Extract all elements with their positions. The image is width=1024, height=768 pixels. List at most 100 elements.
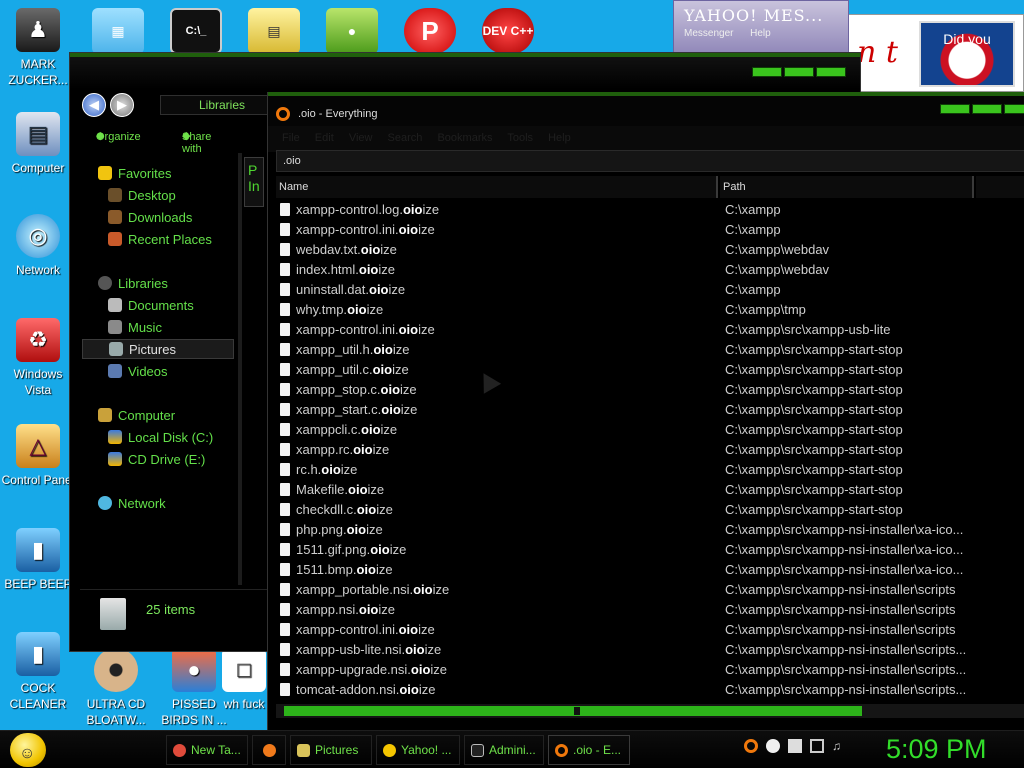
sidebar-item-favorites[interactable]: Favorites <box>98 163 250 183</box>
scrollbar-thumb[interactable] <box>284 706 862 716</box>
menu-file[interactable]: File <box>282 132 300 144</box>
volume-tray-icon[interactable]: ♫ <box>832 739 846 753</box>
result-row[interactable]: uninstall.dat.oioize C:\xampp <box>276 280 1024 300</box>
file-icon <box>280 663 290 676</box>
result-row[interactable]: Makefile.oioize C:\xampp\src\xampp-start-… <box>276 480 1024 500</box>
start-button[interactable]: ☺ <box>10 733 46 767</box>
desktop-icon-network[interactable]: ◎ Network <box>0 214 76 278</box>
close-button[interactable] <box>1004 104 1024 114</box>
result-row[interactable]: xampp_util.h.oioize C:\xampp\src\xampp-st… <box>276 340 1024 360</box>
forward-button[interactable]: ▶ <box>110 93 134 117</box>
desktop-icon-computer[interactable]: ▤ Computer <box>0 112 76 176</box>
menu-bookmarks[interactable]: Bookmarks <box>437 132 492 144</box>
result-row[interactable]: xampp_stop.c.oioize C:\xampp\src\xampp-st… <box>276 380 1024 400</box>
ad-banner[interactable]: n t Did you <box>848 14 1024 92</box>
taskbar-item-yahoo[interactable]: Yahoo! ... <box>376 735 460 765</box>
result-row[interactable]: xamppcli.c.oioize C:\xampp\src\xampp-star… <box>276 420 1024 440</box>
horizontal-scrollbar[interactable] <box>276 704 1024 718</box>
taskbar-item-firefox[interactable] <box>252 735 286 765</box>
desktop-icon-file[interactable]: □ wh fuck <box>222 648 266 712</box>
clock[interactable]: 5:09 PM <box>886 734 987 765</box>
desktop-icon-birds[interactable]: ● PISSED BIRDS IN ... <box>156 648 232 728</box>
search-input[interactable]: .oio <box>276 150 1024 172</box>
desktop-icon-mark[interactable]: ♟ MARK ZUCKER... <box>0 8 76 88</box>
column-header-extra[interactable] <box>976 176 1024 198</box>
cmd-icon[interactable]: C:\_ <box>170 8 222 54</box>
taskbar-item-admin[interactable]: Admini... <box>464 735 544 765</box>
result-name: xampp.nsi.oioize <box>296 602 395 617</box>
menu-search[interactable]: Search <box>388 132 423 144</box>
result-path: C:\xampp\src\xampp-start-stop <box>725 502 903 517</box>
result-row[interactable]: webdav.txt.oioize C:\xampp\webdav <box>276 240 1024 260</box>
result-row[interactable]: xampp_start.c.oioize C:\xampp\src\xampp-s… <box>276 400 1024 420</box>
minimize-button[interactable] <box>940 104 970 114</box>
search-tray-icon[interactable] <box>744 739 758 753</box>
maximize-button[interactable] <box>972 104 1002 114</box>
yahoo-menu-messenger[interactable]: Messenger <box>684 28 733 39</box>
desktop-icon-beep[interactable]: ▮ BEEP BEEP <box>0 528 76 592</box>
sidebar-item-libraries[interactable]: Libraries <box>98 273 250 293</box>
result-row[interactable]: xampp_portable.nsi.oioize C:\xampp\src\xa… <box>276 580 1024 600</box>
sidebar-item-pictures[interactable]: Pictures <box>82 339 234 359</box>
maximize-button[interactable] <box>784 67 814 77</box>
result-row[interactable]: xampp-control.ini.oioize C:\xampp <box>276 220 1024 240</box>
result-name: php.png.oioize <box>296 522 383 537</box>
everything-titlebar[interactable]: .oio - Everything <box>268 92 1024 126</box>
sidebar-splitter[interactable] <box>238 153 242 585</box>
video-icon <box>108 364 122 378</box>
sidebar-item-network[interactable]: Network <box>98 493 250 513</box>
taskbar-item-chrome[interactable]: New Ta... <box>166 735 248 765</box>
desktop-icon-recycle-bin[interactable]: ♻ Windows Vista <box>0 318 76 398</box>
organize-button[interactable]: Organize ◆ <box>96 129 141 143</box>
yahoo-menu-help[interactable]: Help <box>750 28 771 39</box>
result-row[interactable]: tomcat-addon.nsi.oioize C:\xampp\src\xamp… <box>276 680 1024 700</box>
everything-window[interactable]: .oio - Everything File Edit View Search … <box>267 92 1024 730</box>
minimize-button[interactable] <box>752 67 782 77</box>
column-header-name[interactable]: Name <box>276 176 718 198</box>
menu-edit[interactable]: Edit <box>315 132 334 144</box>
dev-cpp-icon[interactable]: DEV C++ <box>482 8 534 54</box>
everything-search-icon <box>276 107 290 121</box>
share-with-button[interactable]: Share with ◆ <box>182 129 211 155</box>
result-row[interactable]: checkdll.c.oioize C:\xampp\src\xampp-star… <box>276 500 1024 520</box>
result-row[interactable]: why.tmp.oioize C:\xampp\tmp <box>276 300 1024 320</box>
close-button[interactable] <box>816 67 846 77</box>
desktop-icon-cleaner[interactable]: ▮ COCK CLEANER <box>0 632 76 712</box>
menu-tools[interactable]: Tools <box>507 132 533 144</box>
result-row[interactable]: xampp.rc.oioize C:\xampp\src\xampp-start-… <box>276 440 1024 460</box>
network-tray-icon[interactable] <box>810 739 824 753</box>
result-row[interactable]: 1511.bmp.oioize C:\xampp\src\xampp-nsi-in… <box>276 560 1024 580</box>
result-row[interactable]: rc.h.oioize C:\xampp\src\xampp-start-stop <box>276 460 1024 480</box>
birds-icon[interactable]: ● <box>326 8 378 54</box>
sidebar-item-computer[interactable]: Computer <box>98 405 250 425</box>
minus-tray-icon[interactable] <box>766 739 780 753</box>
folder-icon[interactable]: ▤ <box>248 8 300 54</box>
result-row[interactable]: xampp-control.ini.oioize C:\xampp\src\xam… <box>276 620 1024 640</box>
result-row[interactable]: xampp-control.log.oioize C:\xampp <box>276 200 1024 220</box>
desktop-icon-control-panel[interactable]: △ Control Panel <box>0 424 76 488</box>
column-header-path[interactable]: Path <box>720 176 974 198</box>
menu-help[interactable]: Help <box>548 132 571 144</box>
result-row[interactable]: xampp-usb-lite.nsi.oioize C:\xampp\src\xa… <box>276 640 1024 660</box>
result-row[interactable]: xampp-control.ini.oioize C:\xampp\src\xam… <box>276 320 1024 340</box>
menu-view[interactable]: View <box>349 132 373 144</box>
result-row[interactable]: 1511.gif.png.oioize C:\xampp\src\xampp-ns… <box>276 540 1024 560</box>
address-bar[interactable]: Libraries <box>160 95 270 115</box>
name-highlight: oio <box>373 342 393 357</box>
result-row[interactable]: xampp.nsi.oioize C:\xampp\src\xampp-nsi-i… <box>276 600 1024 620</box>
flag-tray-icon[interactable] <box>788 739 802 753</box>
back-button[interactable]: ◀ <box>82 93 106 117</box>
result-name: webdav.txt.oioize <box>296 242 397 257</box>
result-row[interactable]: index.html.oioize C:\xampp\webdav <box>276 260 1024 280</box>
desktop-icon-ultra-cd[interactable]: ULTRA CD BLOATW... <box>78 648 154 728</box>
dev-label-icon[interactable]: ▦ <box>92 8 144 54</box>
taskbar-item-pictures[interactable]: Pictures <box>290 735 372 765</box>
p-app-icon[interactable]: P <box>404 8 456 54</box>
result-path: C:\xampp\src\xampp-nsi-installer\scripts <box>725 622 956 637</box>
result-row[interactable]: xampp_util.c.oioize C:\xampp\src\xampp-st… <box>276 360 1024 380</box>
taskbar-item-everything[interactable]: .oio - E... <box>548 735 630 765</box>
yahoo-messenger-window[interactable]: YAHOO! MES... Messenger Help <box>673 0 849 56</box>
result-row[interactable]: php.png.oioize C:\xampp\src\xampp-nsi-ins… <box>276 520 1024 540</box>
result-row[interactable]: xampp-upgrade.nsi.oioize C:\xampp\src\xam… <box>276 660 1024 680</box>
explorer-titlebar[interactable] <box>70 53 860 89</box>
